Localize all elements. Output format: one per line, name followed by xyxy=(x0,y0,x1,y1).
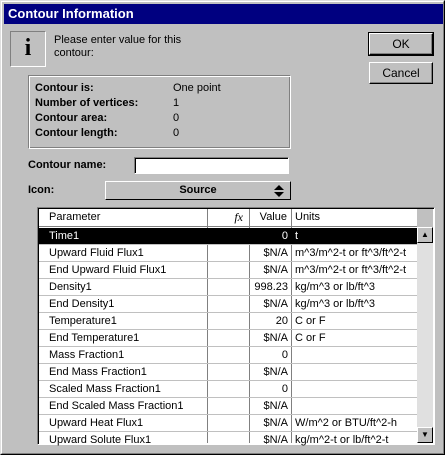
vertices-value: 1 xyxy=(173,97,180,109)
header-parameter[interactable]: Parameter xyxy=(39,209,207,226)
window-title: Contour Information xyxy=(8,6,134,21)
param-name-cell: Upward Fluid Flux1 xyxy=(49,247,144,259)
table-row[interactable]: Temperature1 20 C or F xyxy=(39,313,417,330)
length-value: 0 xyxy=(173,127,180,139)
fx-cell xyxy=(207,279,249,295)
value-cell[interactable]: 0 xyxy=(249,228,291,244)
info-icon: i xyxy=(10,31,46,67)
vertical-scrollbar[interactable]: ▲ ▼ xyxy=(417,227,433,443)
units-cell xyxy=(291,381,417,397)
units-cell: C or F xyxy=(295,315,326,327)
fx-cell xyxy=(207,262,249,278)
units-cell: kg/m^2-t or lb/ft^2-t xyxy=(295,434,389,446)
param-name-cell: End Upward Fluid Flux1 xyxy=(49,264,167,276)
table-row[interactable]: End Mass Fraction1 $N/A xyxy=(39,364,417,381)
units-cell: m^3/m^2-t or ft^3/ft^2-t xyxy=(295,247,407,259)
fx-cell xyxy=(207,313,249,329)
param-name-cell: Upward Heat Flux1 xyxy=(49,417,144,429)
table-row[interactable]: Upward Solute Flux1 $N/A kg/m^2-t or lb/ft… xyxy=(39,432,417,449)
table-row[interactable]: Density1 998.23 kg/m^3 or lb/ft^3 xyxy=(39,279,417,296)
units-cell: t xyxy=(295,230,299,242)
contour-name-input[interactable] xyxy=(134,157,289,174)
value-cell[interactable]: $N/A xyxy=(249,330,291,346)
vertices-label: Number of vertices: xyxy=(35,97,139,109)
param-name-cell: Scaled Mass Fraction1 xyxy=(49,383,161,395)
contour-name-label: Contour name: xyxy=(28,159,107,171)
value-cell[interactable]: $N/A xyxy=(249,398,291,414)
fx-cell xyxy=(207,364,249,380)
units-cell xyxy=(291,398,417,414)
fx-cell xyxy=(207,398,249,414)
table-row[interactable]: End Upward Fluid Flux1 $N/A m^3/m^2-t or f… xyxy=(39,262,417,279)
fx-cell xyxy=(207,228,249,244)
value-cell[interactable]: $N/A xyxy=(249,364,291,380)
value-cell[interactable]: 998.23 xyxy=(249,279,291,295)
table-row[interactable]: Upward Heat Flux1 $N/A W/m^2 or BTU/ft^2-h xyxy=(39,415,417,432)
value-cell[interactable]: $N/A xyxy=(249,432,291,448)
cancel-button[interactable]: Cancel xyxy=(369,62,433,84)
table-row[interactable]: End Scaled Mass Fraction1 $N/A xyxy=(39,398,417,415)
table-row[interactable]: Time1 0 t xyxy=(39,228,417,245)
table-row[interactable]: Mass Fraction1 0 xyxy=(39,347,417,364)
value-cell[interactable]: $N/A xyxy=(249,262,291,278)
fx-cell xyxy=(207,381,249,397)
contour-is-value: One point xyxy=(173,82,221,94)
fx-cell xyxy=(207,296,249,312)
units-cell: m^3/m^2-t or ft^3/ft^2-t xyxy=(295,264,407,276)
updown-arrows-icon xyxy=(274,185,284,197)
units-cell xyxy=(291,364,417,380)
ok-button[interactable]: OK xyxy=(368,32,434,56)
title-bar[interactable]: Contour Information xyxy=(4,4,443,24)
icon-select-value: Source xyxy=(179,184,217,196)
icon-label: Icon: xyxy=(28,184,55,196)
param-name-cell: End Scaled Mass Fraction1 xyxy=(49,400,184,412)
units-cell xyxy=(291,347,417,363)
value-cell[interactable]: $N/A xyxy=(249,415,291,431)
area-value: 0 xyxy=(173,112,180,124)
window-frame: Contour Information i Please enter value… xyxy=(1,1,444,454)
value-cell[interactable]: 0 xyxy=(249,347,291,363)
param-name-cell: Temperature1 xyxy=(49,315,117,327)
icon-select[interactable]: Source xyxy=(105,181,291,200)
table-row[interactable]: Scaled Mass Fraction1 0 xyxy=(39,381,417,398)
area-label: Contour area: xyxy=(35,112,108,124)
grid-rows: Time1 0 t Upward Fluid Flux1 $N/A m^3/m^2-t o… xyxy=(39,228,417,449)
value-cell[interactable]: $N/A xyxy=(249,296,291,312)
grid-corner xyxy=(417,209,433,227)
units-cell: C or F xyxy=(295,332,326,344)
header-fx: fx xyxy=(234,210,243,224)
scroll-up-arrow-icon[interactable]: ▲ xyxy=(417,227,433,243)
param-name-cell: Density1 xyxy=(49,281,92,293)
contour-information-dialog: Contour Information i Please enter value… xyxy=(0,0,445,455)
header-units[interactable]: Units xyxy=(291,209,417,226)
length-label: Contour length: xyxy=(35,127,118,139)
units-cell: W/m^2 or BTU/ft^2-h xyxy=(295,417,398,429)
fx-cell xyxy=(207,432,249,448)
value-cell[interactable]: 20 xyxy=(249,313,291,329)
fx-icon[interactable]: fx xyxy=(207,209,249,226)
units-cell: kg/m^3 or lb/ft^3 xyxy=(295,281,376,293)
table-row[interactable]: End Temperature1 $N/A C or F xyxy=(39,330,417,347)
param-name-cell: End Density1 xyxy=(49,298,115,310)
value-cell[interactable]: 0 xyxy=(249,381,291,397)
scroll-down-arrow-icon[interactable]: ▼ xyxy=(417,427,433,443)
header-value[interactable]: Value xyxy=(249,209,291,226)
table-row[interactable]: End Density1 $N/A kg/m^3 or lb/ft^3 xyxy=(39,296,417,313)
units-cell: kg/m^3 or lb/ft^3 xyxy=(295,298,376,310)
param-name-cell: End Temperature1 xyxy=(49,332,140,344)
prompt-text: Please enter value for this contour: xyxy=(54,34,182,59)
grid-header: Parameter fx Value Units xyxy=(39,209,417,227)
table-row[interactable]: Upward Fluid Flux1 $N/A m^3/m^2-t or ft^3/… xyxy=(39,245,417,262)
contour-is-label: Contour is: xyxy=(35,82,94,94)
param-name-cell: Mass Fraction1 xyxy=(49,349,125,361)
fx-cell xyxy=(207,347,249,363)
param-name-cell: Upward Solute Flux1 xyxy=(49,434,152,446)
fx-cell xyxy=(207,415,249,431)
param-name-cell: End Mass Fraction1 xyxy=(49,366,147,378)
value-cell[interactable]: $N/A xyxy=(249,245,291,261)
fx-cell xyxy=(207,245,249,261)
param-name-cell: Time1 xyxy=(49,230,80,242)
fx-cell xyxy=(207,330,249,346)
